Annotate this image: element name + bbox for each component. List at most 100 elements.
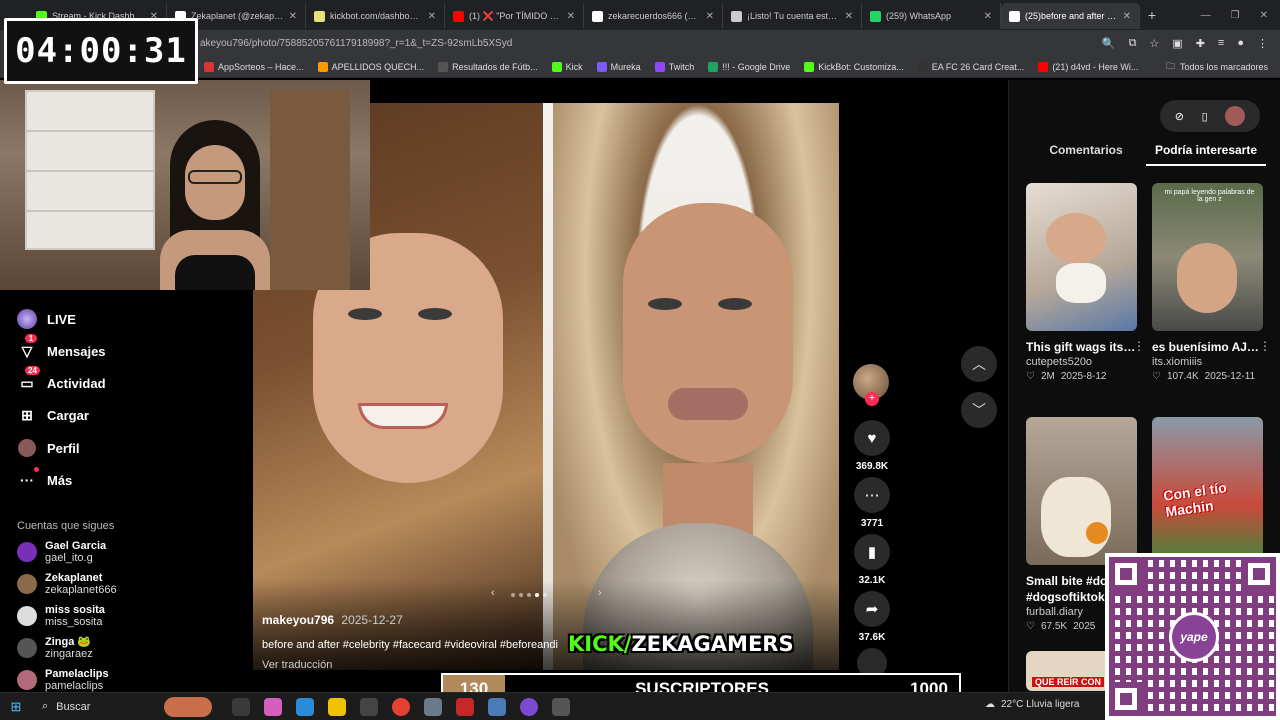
- nav-upload[interactable]: ⊞ Cargar: [17, 405, 89, 425]
- menu-icon[interactable]: ⋮: [1257, 37, 1268, 50]
- app-icon[interactable]: [360, 697, 378, 716]
- puzzle-icon[interactable]: ✚: [1196, 37, 1205, 50]
- bookmark-item[interactable]: Mureka: [596, 61, 641, 72]
- heart-icon[interactable]: ♥: [854, 420, 890, 456]
- nav-activity[interactable]: ▭ 24 Actividad: [17, 366, 106, 393]
- like-count: 369.8K: [855, 461, 889, 472]
- app-icon[interactable]: [424, 697, 442, 716]
- zoom-icon[interactable]: 🔍: [1102, 37, 1116, 50]
- minimize-icon[interactable]: —: [1201, 10, 1211, 21]
- browser-tab[interactable]: (259) WhatsApp ✕: [862, 3, 1001, 29]
- bookmark-icon[interactable]: ▮: [854, 534, 890, 570]
- browser-tab[interactable]: (25)before and after #cel ✕: [1001, 3, 1140, 29]
- card-title[interactable]: es buenísimo AJJAJAJAJAJAJ...: [1152, 339, 1263, 355]
- following-item[interactable]: Zinga 🐸 zingaraez: [17, 636, 93, 660]
- app-icon[interactable]: [552, 697, 570, 716]
- chrome-icon[interactable]: [392, 697, 410, 716]
- card-more-icon[interactable]: ⋮: [1259, 339, 1271, 353]
- save-action[interactable]: ▮ 32.1K: [853, 534, 891, 586]
- card-thumbnail[interactable]: mi papá leyendo palabras de la gen z: [1152, 183, 1263, 331]
- copilot-icon[interactable]: [264, 697, 282, 716]
- card-meta: ♡ 2M 2025-8-12: [1026, 371, 1137, 382]
- profile-avatar-icon[interactable]: ●: [1237, 37, 1244, 50]
- card-thumbnail[interactable]: [1026, 417, 1137, 565]
- card-title[interactable]: This gift wags its tail 🥹🐶🎁#do...: [1026, 339, 1137, 355]
- maximize-icon[interactable]: ❐: [1231, 10, 1240, 21]
- card-more-icon[interactable]: ⋮: [1133, 339, 1145, 353]
- nav-profile[interactable]: Perfil: [17, 438, 80, 458]
- tab-comments[interactable]: Comentarios: [1026, 143, 1146, 166]
- user-avatar[interactable]: [1225, 106, 1246, 126]
- card-user[interactable]: cutepets520o: [1026, 356, 1137, 368]
- author-name[interactable]: makeyou796: [262, 613, 334, 627]
- browser-tab[interactable]: kickbot.com/dashboard/t ✕: [306, 3, 445, 29]
- like-action[interactable]: ♥ 369.8K: [853, 420, 891, 472]
- bookmark-item[interactable]: (21) d4vd - Here Wi...: [1038, 61, 1138, 72]
- all-bookmarks[interactable]: 🗀 Todos los marcadores: [1166, 59, 1268, 75]
- avatar: [17, 542, 37, 562]
- tab-close-icon[interactable]: ✕: [1123, 11, 1131, 22]
- browser-tab[interactable]: ¡Listo! Tu cuenta está con ✕: [723, 3, 862, 29]
- bookmark-item[interactable]: KickBot: Customiza...: [804, 61, 904, 72]
- card-thumbnail[interactable]: [1026, 183, 1137, 331]
- app-icon[interactable]: [456, 697, 474, 716]
- install-icon[interactable]: ⧉: [1129, 37, 1137, 50]
- follow-plus-icon[interactable]: +: [865, 392, 879, 406]
- nav-live[interactable]: LIVE: [17, 309, 76, 329]
- previous-post-button[interactable]: ︿: [961, 346, 997, 382]
- translate-link[interactable]: Ver traducción: [262, 659, 332, 670]
- following-item[interactable]: Pamelaclips pamelaclips: [17, 668, 109, 692]
- new-tab-button[interactable]: +: [1140, 7, 1164, 23]
- next-slide-icon[interactable]: ›: [598, 587, 602, 599]
- tab-close-icon[interactable]: ✕: [845, 11, 853, 22]
- tab-suggestions[interactable]: Podría interesarte: [1146, 143, 1266, 166]
- app-icon[interactable]: [520, 697, 538, 716]
- bookmark-item[interactable]: APELLIDOS QUECH...: [317, 61, 424, 72]
- bookmark-item[interactable]: Twitch: [654, 61, 694, 72]
- app-icon[interactable]: [488, 697, 506, 716]
- bookmark-item[interactable]: !!! - Google Drive: [708, 61, 790, 72]
- share-action[interactable]: ➦ 37.6K: [853, 591, 891, 643]
- bookmark-item[interactable]: Kick: [551, 61, 583, 72]
- prev-slide-icon[interactable]: ‹: [491, 587, 495, 599]
- video-card[interactable]: mi papá leyendo palabras de la gen z es …: [1152, 183, 1271, 382]
- bookmark-item[interactable]: AppSorteos – Hace...: [204, 61, 304, 72]
- task-view-icon[interactable]: [232, 697, 250, 716]
- following-item[interactable]: Zekaplanet zekaplanet666: [17, 572, 117, 596]
- star-icon[interactable]: ☆: [1149, 37, 1159, 50]
- comment-icon[interactable]: ⋯: [854, 477, 890, 513]
- comment-action[interactable]: ⋯ 3771: [853, 477, 891, 529]
- card-thumbnail[interactable]: Con el tío Machin: [1152, 417, 1263, 565]
- nav-more[interactable]: ··· Más: [17, 467, 72, 490]
- url-input[interactable]: akeyou796/photo/7588520576117918998?_r=1…: [200, 38, 512, 49]
- taskbar-search[interactable]: ⌕ Buscar: [32, 696, 222, 717]
- more-icon: ···: [17, 467, 39, 490]
- browser-tab[interactable]: (1) ❌ "Por TÍMIDO NO K ✕: [445, 3, 584, 29]
- bookmark-item[interactable]: Resultados de Fútb...: [438, 61, 538, 72]
- weather-widget[interactable]: ☁ 22°C Lluvia ligera: [985, 699, 1080, 710]
- browser-tab[interactable]: zekarecuerdos666 (@zek ✕: [584, 3, 723, 29]
- following-item[interactable]: Gael Garcia gael_ito.g: [17, 540, 106, 564]
- video-card[interactable]: Con el tío Machin: [1152, 417, 1263, 565]
- tab-close-icon[interactable]: ✕: [289, 11, 297, 22]
- tab-close-icon[interactable]: ✕: [428, 11, 436, 22]
- next-post-button[interactable]: ﹀: [961, 392, 997, 428]
- following-item[interactable]: miss sosita miss_sosita: [17, 604, 105, 628]
- compass-icon[interactable]: ⊘: [1175, 110, 1184, 123]
- tab-close-icon[interactable]: ✕: [567, 11, 575, 22]
- bookmark-item[interactable]: EA FC 26 Card Creat...: [917, 61, 1024, 72]
- tab-close-icon[interactable]: ✕: [984, 11, 992, 22]
- windows-start-icon[interactable]: ⊞: [0, 699, 32, 715]
- extension-icon[interactable]: ▣: [1172, 37, 1182, 50]
- card-user[interactable]: its.xiomiiis: [1152, 356, 1263, 368]
- share-icon[interactable]: ➦: [854, 591, 890, 627]
- device-icon[interactable]: ▯: [1202, 110, 1208, 123]
- close-window-icon[interactable]: ✕: [1260, 10, 1268, 21]
- media-icon[interactable]: ≡: [1218, 37, 1224, 50]
- tab-close-icon[interactable]: ✕: [706, 11, 714, 22]
- edge-icon[interactable]: [296, 697, 314, 716]
- nav-messages[interactable]: ▽ 1 Mensajes: [17, 334, 106, 361]
- explorer-icon[interactable]: [328, 697, 346, 716]
- video-card[interactable]: This gift wags its tail 🥹🐶🎁#do... cutepe…: [1026, 183, 1145, 382]
- post-author[interactable]: makeyou796 2025-12-27: [262, 613, 403, 627]
